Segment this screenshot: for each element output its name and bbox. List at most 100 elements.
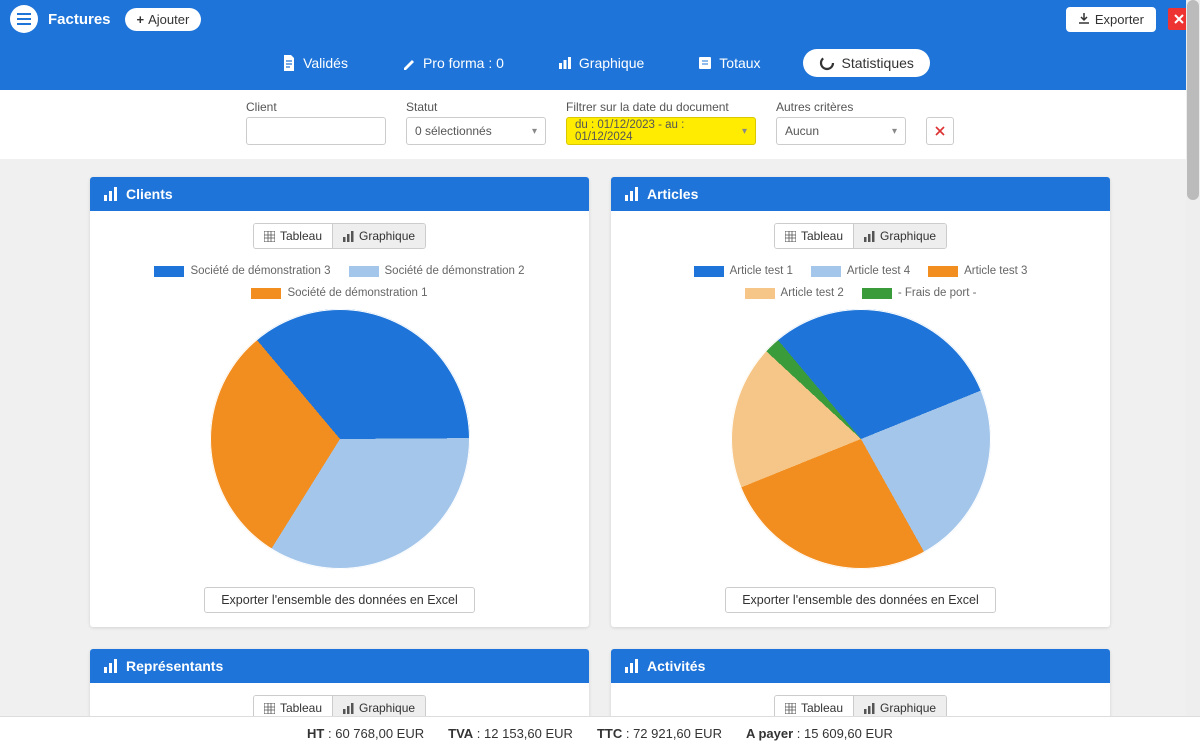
pie-chart-articles	[731, 309, 991, 569]
clear-filter-button[interactable]	[926, 117, 954, 145]
legend-swatch	[349, 266, 379, 277]
tab-label: Graphique	[579, 55, 644, 71]
legend-label: - Frais de port -	[898, 287, 977, 299]
toggle-table[interactable]: Tableau	[775, 696, 853, 717]
chart-icon	[864, 231, 875, 242]
statut-value: 0 sélectionnés	[415, 124, 492, 138]
chevron-down-icon: ▾	[532, 126, 537, 137]
menu-button[interactable]	[10, 5, 38, 33]
chart-icon	[343, 703, 354, 714]
legend-swatch	[694, 266, 724, 277]
legend-item[interactable]: Article test 4	[811, 265, 910, 277]
export-button[interactable]: Exporter	[1066, 7, 1156, 32]
table-icon	[785, 231, 796, 242]
toggle-chart[interactable]: Graphique	[853, 696, 946, 717]
toggle-table[interactable]: Tableau	[254, 696, 332, 717]
table-icon	[264, 231, 275, 242]
chevron-down-icon: ▾	[742, 126, 747, 137]
table-icon	[264, 703, 275, 714]
legend-label: Article test 2	[781, 287, 844, 299]
tab-graphique[interactable]: Graphique	[546, 49, 656, 77]
tab-label: Pro forma : 0	[423, 55, 504, 71]
chart-icon	[343, 231, 354, 242]
legend-item[interactable]: Société de démonstration 3	[154, 265, 330, 277]
card-title: Clients	[126, 186, 173, 202]
legend-item[interactable]: Société de démonstration 2	[349, 265, 525, 277]
statut-select[interactable]: 0 sélectionnés ▾	[406, 117, 546, 145]
view-toggle: Tableau Graphique	[253, 223, 426, 249]
toggle-label: Graphique	[880, 229, 936, 243]
tab-label: Statistiques	[842, 55, 914, 71]
export-excel-button[interactable]: Exporter l'ensemble des données en Excel	[204, 587, 475, 613]
legend-label: Article test 3	[964, 265, 1027, 277]
apayer-label: A payer	[746, 726, 793, 741]
legend-label: Société de démonstration 1	[287, 287, 427, 299]
add-button[interactable]: + Ajouter	[125, 8, 202, 31]
legend-swatch	[154, 266, 184, 277]
ht-label: HT	[307, 726, 324, 741]
legend-swatch	[745, 288, 775, 299]
tab-statistiques[interactable]: Statistiques	[803, 49, 930, 77]
legend-label: Société de démonstration 3	[190, 265, 330, 277]
close-icon	[1174, 14, 1184, 24]
legend-item[interactable]: Article test 2	[745, 287, 844, 299]
toggle-label: Graphique	[359, 229, 415, 243]
download-icon	[1078, 13, 1090, 25]
autres-value: Aucun	[785, 124, 819, 138]
ttc-value: 72 921,60 EUR	[633, 726, 722, 741]
client-input[interactable]	[246, 117, 386, 145]
legend-item[interactable]: Article test 1	[694, 265, 793, 277]
add-label: Ajouter	[148, 12, 189, 27]
tabs: Validés Pro forma : 0 Graphique Totaux S…	[0, 38, 1200, 88]
legend-clients: Société de démonstration 3 Société de dém…	[130, 265, 550, 299]
page-title: Factures	[48, 11, 111, 28]
legend-item[interactable]: Article test 3	[928, 265, 1027, 277]
autres-select[interactable]: Aucun ▾	[776, 117, 906, 145]
chart-icon	[558, 56, 572, 70]
card-articles: Articles Tableau Graphique Article test …	[611, 177, 1110, 627]
legend-item[interactable]: - Frais de port -	[862, 287, 977, 299]
toggle-label: Tableau	[280, 229, 322, 243]
card-activites: Activités Tableau Graphique	[611, 649, 1110, 717]
card-title: Activités	[647, 658, 705, 674]
toggle-table[interactable]: Tableau	[254, 224, 332, 248]
hamburger-icon	[17, 13, 31, 25]
tab-totaux[interactable]: Totaux	[686, 49, 772, 77]
bar-chart-icon	[625, 187, 639, 201]
legend-swatch	[862, 288, 892, 299]
tva-label: TVA	[448, 726, 473, 741]
card-title: Articles	[647, 186, 698, 202]
filter-client-label: Client	[246, 100, 386, 114]
card-title: Représentants	[126, 658, 223, 674]
table-icon	[785, 703, 796, 714]
tab-valides[interactable]: Validés	[270, 49, 360, 77]
footer-totals: HT : 60 768,00 EUR TVA : 12 153,60 EUR T…	[0, 716, 1200, 750]
legend-item[interactable]: Société de démonstration 1	[251, 287, 427, 299]
bar-chart-icon	[625, 659, 639, 673]
bar-chart-icon	[104, 187, 118, 201]
toggle-table[interactable]: Tableau	[775, 224, 853, 248]
filter-autres-label: Autres critères	[776, 100, 906, 114]
toggle-chart[interactable]: Graphique	[332, 224, 425, 248]
export-excel-button[interactable]: Exporter l'ensemble des données en Excel	[725, 587, 996, 613]
chart-icon	[864, 703, 875, 714]
pie-chart-clients	[210, 309, 470, 569]
view-toggle: Tableau Graphique	[774, 223, 947, 249]
chevron-down-icon: ▾	[892, 126, 897, 137]
date-range-select[interactable]: du : 01/12/2023 - au : 01/12/2024 ▾	[566, 117, 756, 145]
stats-icon	[819, 55, 835, 71]
toggle-label: Graphique	[359, 701, 415, 715]
toggle-chart[interactable]: Graphique	[332, 696, 425, 717]
tab-proforma[interactable]: Pro forma : 0	[390, 49, 516, 77]
view-toggle: Tableau Graphique	[253, 695, 426, 717]
scrollbar[interactable]	[1186, 0, 1200, 716]
calculator-icon	[698, 56, 712, 70]
bar-chart-icon	[104, 659, 118, 673]
card-clients: Clients Tableau Graphique Société de dém…	[90, 177, 589, 627]
card-representants: Représentants Tableau Graphique	[90, 649, 589, 717]
legend-articles: Article test 1 Article test 4 Article test…	[651, 265, 1071, 299]
legend-label: Article test 1	[730, 265, 793, 277]
toggle-chart[interactable]: Graphique	[853, 224, 946, 248]
document-icon	[282, 55, 296, 71]
scrollbar-thumb[interactable]	[1187, 0, 1199, 200]
